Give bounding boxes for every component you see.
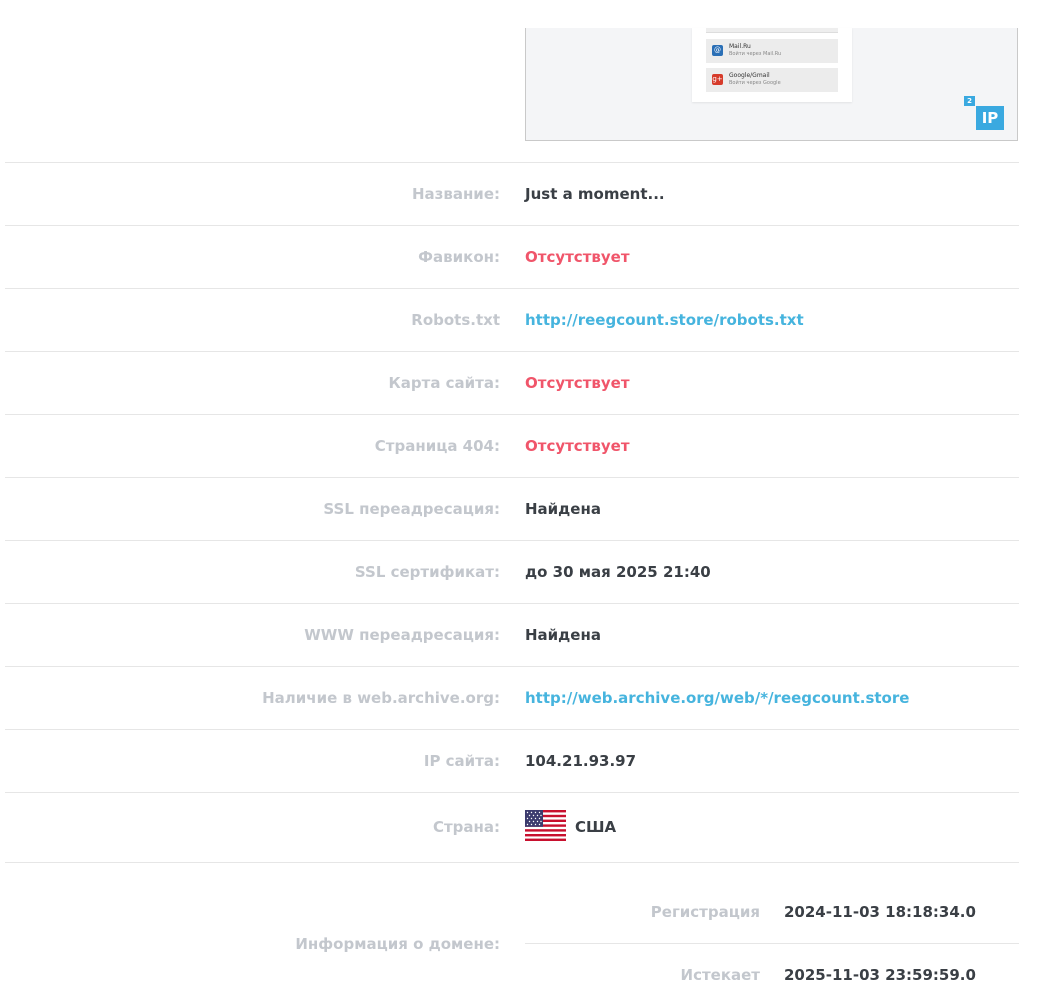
row-label: IP сайта: [423, 752, 500, 770]
row-robots: Robots.txt http://reegcount.store/robots… [5, 288, 1019, 351]
row-ssl-redirect: SSL переадресация: Найдена [5, 477, 1019, 540]
row-title: Название: Just a moment... [5, 162, 1019, 225]
row-label: Информация о домене: [295, 935, 500, 953]
row-label: Страница 404: [374, 437, 500, 455]
registration-value: 2024-11-03 18:18:34.0 [784, 903, 976, 921]
option-subtitle: Войти через Google [729, 80, 781, 86]
row-sitemap: Карта сайта: Отсутствует [5, 351, 1019, 414]
domain-registration: Регистрация 2024-11-03 18:18:34.0 [525, 881, 1019, 944]
row-label: Карта сайта: [388, 374, 501, 392]
domain-expires: Истекает 2025-11-03 23:59:59.0 [525, 944, 1019, 1006]
login-option-google: g+ Google/Gmail Войти через Google [706, 68, 838, 92]
option-title: Mail.Ru [729, 43, 751, 50]
row-label: SSL сертификат: [354, 563, 500, 581]
row-label: Наличие в web.archive.org: [262, 689, 500, 707]
registration-label: Регистрация [650, 903, 760, 921]
row-value: Отсутствует [525, 437, 630, 455]
robots-link[interactable]: http://reegcount.store/robots.txt [525, 289, 804, 351]
row-label: Название: [411, 185, 500, 203]
row-label: Страна: [432, 818, 500, 836]
row-value: Найдена [525, 626, 601, 644]
row-ip: IP сайта: 104.21.93.97 [5, 729, 1019, 792]
2ip-logo: 2 IP [964, 96, 1004, 130]
row-label: SSL переадресация: [323, 500, 500, 518]
expires-label: Истекает [680, 966, 760, 984]
webarchive-link[interactable]: http://web.archive.org/web/*/reegcount.s… [525, 667, 909, 729]
row-value: Отсутствует [525, 374, 630, 392]
option-subtitle: Войти через Mail.Ru [729, 51, 782, 57]
row-404: Страница 404: Отсутствует [5, 414, 1019, 477]
row-ssl-cert: SSL сертификат: до 30 мая 2025 21:40 [5, 540, 1019, 603]
login-option-mailru: @ Mail.Ru Войти через Mail.Ru [706, 39, 838, 63]
row-www-redirect: WWW переадресация: Найдена [5, 603, 1019, 666]
row-value: Найдена [525, 500, 601, 518]
google-plus-icon: g+ [712, 74, 723, 85]
row-favicon: Фавикон: Отсутствует [5, 225, 1019, 288]
row-value: Just a moment... [525, 185, 665, 203]
mailru-icon: @ [712, 45, 723, 56]
row-value: 104.21.93.97 [525, 752, 637, 770]
row-value: Отсутствует [525, 248, 630, 266]
row-label: Фавикон: [418, 248, 500, 266]
us-flag-icon [525, 810, 566, 841]
row-label: Robots.txt [411, 311, 500, 329]
site-screenshot-preview: @ Mail.Ru Войти через Mail.Ru g+ Google/… [525, 28, 1018, 141]
row-domain-info: Информация о домене: Регистрация 2024-11… [5, 862, 1019, 999]
2ip-logo-sup: 2 [964, 96, 975, 106]
country-name: США [575, 818, 617, 836]
row-webarchive: Наличие в web.archive.org: http://web.ar… [5, 666, 1019, 729]
row-value: до 30 мая 2025 21:40 [525, 563, 711, 581]
row-label: WWW переадресация: [304, 626, 500, 644]
row-country: Страна: США [5, 792, 1019, 862]
option-title: Google/Gmail [729, 72, 770, 79]
expires-value: 2025-11-03 23:59:59.0 [784, 966, 976, 984]
2ip-logo-text: IP [981, 109, 999, 127]
card-top-option [706, 28, 838, 33]
info-rows: Название: Just a moment... Фавикон: Отсу… [5, 162, 1019, 999]
country-value: США [525, 793, 616, 862]
login-card: @ Mail.Ru Войти через Mail.Ru g+ Google/… [692, 28, 852, 102]
